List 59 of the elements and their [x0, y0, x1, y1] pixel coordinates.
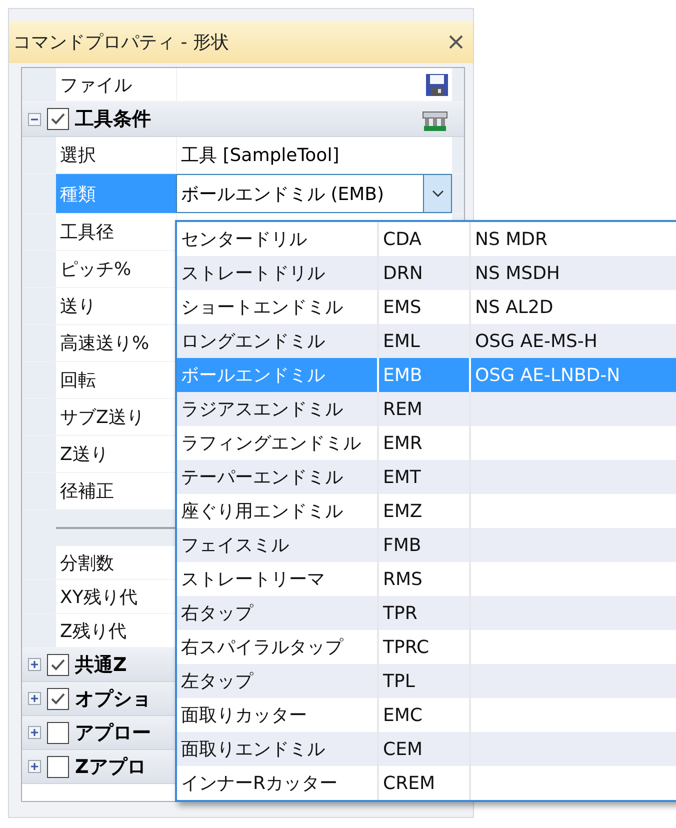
property-value: 工具 [SampleTool] — [176, 137, 452, 173]
tool-code: CREM — [379, 766, 471, 800]
property-label[interactable]: Z残り代 — [56, 614, 176, 647]
dropdown-option[interactable]: テーパーエンドミル EMT — [177, 460, 676, 494]
checkbox[interactable] — [47, 722, 69, 744]
checkbox[interactable] — [47, 654, 69, 676]
checkmark-icon — [50, 656, 66, 672]
category-label: 共通Z — [75, 652, 127, 678]
tool-model: NS MSDH — [474, 262, 561, 286]
property-label[interactable]: 分割数 — [56, 546, 176, 579]
plus-icon — [30, 762, 39, 771]
property-label[interactable]: 工具径 — [56, 214, 176, 250]
property-label[interactable]: 送り — [56, 288, 176, 324]
checkbox[interactable] — [47, 688, 69, 710]
dropdown-option[interactable]: ラジアスエンドミル REM — [177, 392, 676, 426]
dropdown-option[interactable]: 面取りエンドミル CEM — [177, 732, 676, 766]
dropdown-option[interactable]: センタードリル CDA NS MDR — [177, 222, 676, 256]
tool-type-dropdown[interactable]: ボールエンドミル (EMB) — [176, 174, 452, 213]
category-label: アプロー — [75, 720, 151, 746]
tool-model: OSG AE-LNBD-N — [474, 364, 622, 388]
property-label[interactable]: 径補正 — [56, 473, 176, 509]
dropdown-option[interactable]: ストレートドリル DRN NS MSDH — [177, 256, 676, 290]
checkmark-icon — [50, 111, 66, 127]
tool-model: OSG AE-MS-H — [474, 330, 598, 354]
tool-model: NS AL2D — [474, 296, 554, 320]
tool-model: NS MDR — [474, 228, 549, 252]
dropdown-option[interactable]: 右タップ TPR — [177, 596, 676, 630]
checkbox[interactable] — [47, 108, 69, 130]
category-label: Zアプロ — [75, 754, 146, 780]
property-label[interactable]: 選択 — [56, 137, 176, 173]
expand-button[interactable] — [28, 658, 41, 671]
plus-icon — [30, 728, 39, 737]
dropdown-option[interactable]: フェイスミル FMB — [177, 528, 676, 562]
checkmark-icon — [50, 690, 66, 706]
property-label[interactable]: XY残り代 — [56, 580, 176, 613]
dropdown-option[interactable]: インナーRカッター CREM — [177, 766, 676, 800]
property-label[interactable]: 回転 — [56, 362, 176, 398]
category-label: 工具条件 — [75, 107, 151, 132]
dropdown-option[interactable]: 左タップ TPL — [177, 664, 676, 698]
property-label[interactable]: Z送り — [56, 436, 176, 472]
expand-button[interactable] — [28, 760, 41, 773]
collapse-button[interactable] — [28, 112, 41, 126]
plus-icon — [30, 660, 39, 669]
dropdown-button[interactable] — [423, 175, 451, 212]
property-label[interactable]: 高速送り% — [56, 325, 176, 361]
property-label[interactable]: ピッチ% — [56, 251, 176, 287]
chevron-down-icon — [432, 190, 444, 198]
dropdown-option[interactable]: ロングエンドミル EML OSG AE-MS-H — [177, 324, 676, 358]
close-icon[interactable] — [449, 35, 463, 49]
tool-name: インナーRカッター — [177, 766, 379, 800]
expand-button[interactable] — [28, 692, 41, 705]
panel-title: コマンドプロパティ - 形状 — [13, 31, 229, 54]
category-label: オプショ — [75, 686, 151, 712]
property-label: ファイル — [56, 68, 176, 101]
property-label[interactable]: サブZ送り — [56, 399, 176, 435]
plus-icon — [30, 694, 39, 703]
save-icon — [425, 72, 449, 96]
checkbox[interactable] — [47, 756, 69, 778]
expand-button[interactable] — [28, 726, 41, 739]
